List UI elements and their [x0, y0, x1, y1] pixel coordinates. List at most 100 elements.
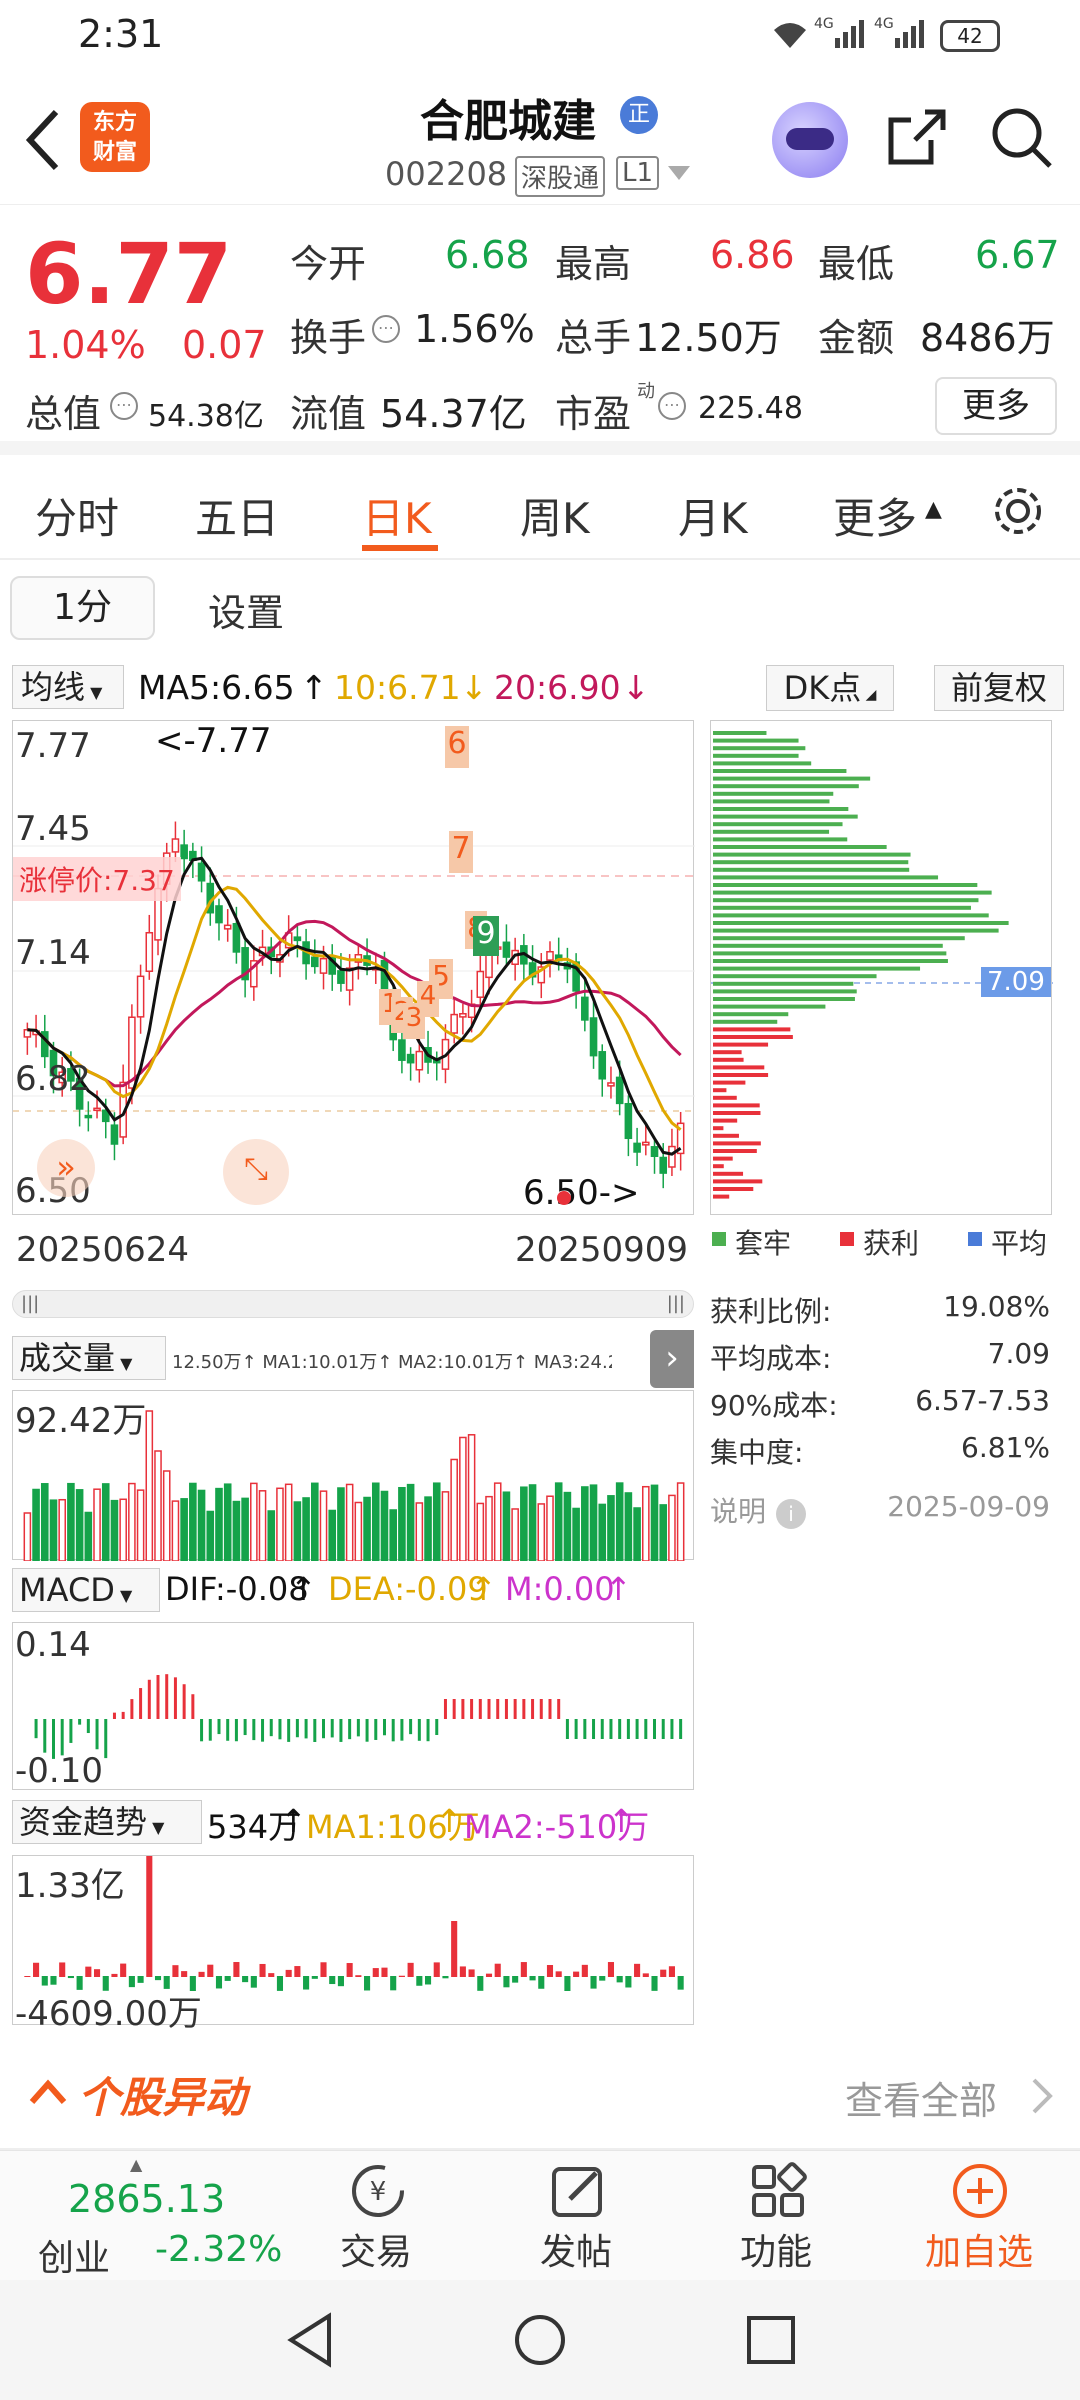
chip-bar — [713, 761, 812, 766]
chip-bar — [713, 1103, 760, 1108]
more-button[interactable]: 更多 — [935, 377, 1057, 435]
fund-bar — [607, 1962, 615, 1977]
volume-bar — [206, 1510, 215, 1562]
volume-bar — [554, 1482, 563, 1562]
index-name: 创业 — [38, 2238, 111, 2279]
stock-header: 东方 财富 合肥城建 正 002208 深股通 L1 — [0, 70, 1080, 205]
scroll-handle-left[interactable]: ||| — [21, 1293, 39, 1314]
kline-chart[interactable]: 7.77 7.45 7.14 6.82 6.50 涨停价:7.37 <-7.77… — [12, 720, 695, 1215]
scroll-handle-right[interactable]: ||| — [667, 1293, 685, 1314]
settings-link[interactable]: 设置 — [208, 582, 284, 637]
fullscreen-icon[interactable]: ⤡ — [223, 1139, 289, 1205]
chip-bar — [713, 1141, 761, 1146]
chart-scrollbar[interactable]: ||| ||| — [12, 1290, 694, 1318]
volume-bar — [319, 1490, 328, 1562]
logo-line-2: 财富 — [92, 140, 137, 165]
volume-bar — [450, 1458, 458, 1562]
tab-weekly-k[interactable]: 周K — [520, 485, 590, 546]
volume-bar — [128, 1482, 136, 1562]
tab-five-day[interactable]: 五日 — [195, 485, 279, 546]
candle-body — [650, 1146, 659, 1158]
event-marker[interactable]: 6 — [445, 726, 469, 768]
chevron-up-icon[interactable] — [28, 2078, 68, 2106]
chip-bar — [713, 966, 921, 971]
search-icon[interactable] — [990, 106, 1054, 170]
view-all-link[interactable]: 查看全部 — [845, 2070, 997, 2125]
period-button[interactable]: 1分 — [10, 576, 155, 640]
volume-bar — [154, 1450, 162, 1562]
candle-body — [459, 1013, 467, 1018]
fund-trend-chart[interactable]: 1.33亿 -4609.00万 — [12, 1855, 694, 2034]
chip-bar — [713, 791, 834, 796]
dropdown-triangle-icon[interactable] — [668, 166, 690, 182]
candle-body — [615, 1076, 624, 1105]
fund-bar — [198, 1971, 205, 1977]
tab-intraday[interactable]: 分时 — [35, 485, 119, 546]
tab-monthly-k[interactable]: 月K — [678, 485, 748, 546]
app-logo[interactable]: 东方 财富 — [80, 102, 150, 172]
chip-bar — [713, 731, 767, 735]
trade-button[interactable]: ¥ 交易 — [318, 2151, 438, 2281]
candle-body — [232, 922, 241, 953]
chevron-right-icon[interactable]: › — [650, 1330, 694, 1388]
volume-bar — [328, 1509, 337, 1562]
candle-body — [171, 838, 180, 853]
candle-body — [223, 924, 232, 930]
fund-indicator-select[interactable]: 资金趋势 ▼ — [12, 1800, 202, 1844]
assistant-avatar-icon[interactable] — [772, 102, 848, 178]
event-marker[interactable]: 3 — [403, 1003, 425, 1039]
profit-ratio-row: 获利比例: 19.08% — [710, 1290, 1050, 1330]
volume-bar — [337, 1487, 345, 1562]
macd-dif: DIF:-0.08 — [165, 1570, 309, 1608]
turnover-label: 换手 — [290, 316, 367, 360]
note-row[interactable]: 说明 i 2025-09-09 — [710, 1490, 1050, 1530]
event-marker[interactable]: 9 — [473, 916, 499, 956]
chip-bar — [713, 1042, 769, 1047]
ma5-value: MA5:6.65 — [138, 668, 295, 707]
post-button[interactable]: 发帖 — [518, 2151, 638, 2281]
expand-left-icon[interactable]: » — [37, 1139, 95, 1197]
note-label: 说明 — [710, 1495, 767, 1528]
chip-distribution-chart[interactable]: 7.09 — [710, 720, 1053, 1215]
fund-bar — [485, 1973, 493, 1977]
info-icon[interactable]: i — [776, 1499, 807, 1529]
volume-indicator-select[interactable]: 成交量 ▼ — [12, 1336, 166, 1380]
macd-chart[interactable]: 0.14 -0.10 — [12, 1622, 694, 1791]
add-watch-label: 加自选 — [925, 2232, 1034, 2273]
share-icon[interactable] — [885, 106, 949, 170]
legend-profit: 获利 — [863, 1227, 920, 1260]
back-triangle-icon[interactable] — [285, 2312, 335, 2368]
chip-bar — [713, 784, 859, 789]
dk-button[interactable]: DK点 ◢ — [766, 665, 894, 711]
macd-indicator-select[interactable]: MACD ▼ — [12, 1568, 160, 1612]
volume-bar — [241, 1497, 249, 1562]
index-value: 2865.13 — [68, 2177, 226, 2221]
back-arrow-icon[interactable] — [22, 108, 62, 172]
event-marker[interactable]: 7 — [449, 831, 473, 873]
chip-bar — [713, 1149, 757, 1153]
trade-icon: ¥ — [352, 2165, 404, 2217]
info-icon[interactable]: ⋯ — [110, 392, 138, 420]
adjust-button[interactable]: 前复权 — [934, 665, 1064, 711]
fund-bar — [285, 1969, 292, 1977]
concentration-row: 集中度: 6.81% — [710, 1431, 1050, 1471]
ma10-down-arrow-icon: ↓ — [460, 668, 488, 707]
index-ticker[interactable]: ▲ 2865.13 创业 -2.32% — [0, 2151, 300, 2281]
gear-icon[interactable] — [990, 483, 1046, 539]
indicator-select[interactable]: 均线 ▼ — [12, 665, 124, 709]
features-button[interactable]: 功能 — [718, 2151, 838, 2281]
status-bar: 2:31 4G 4G 42 — [0, 0, 1080, 70]
tab-daily-k[interactable]: 日K — [362, 485, 432, 546]
fund-bar — [154, 1976, 162, 1981]
volume-chart[interactable]: 92.42万 — [12, 1390, 694, 1562]
info-icon[interactable]: ⋯ — [658, 392, 686, 420]
home-circle-icon[interactable] — [512, 2312, 568, 2368]
recents-square-icon[interactable] — [745, 2314, 797, 2366]
chevron-right-icon[interactable] — [1030, 2076, 1054, 2116]
chip-bar — [713, 814, 858, 819]
volume-bar — [615, 1482, 624, 1562]
info-icon[interactable]: ⋯ — [372, 315, 400, 343]
volume-bar — [215, 1487, 223, 1562]
add-watchlist-button[interactable]: 加自选 — [910, 2151, 1050, 2281]
tab-more[interactable]: 更多 — [833, 485, 917, 546]
